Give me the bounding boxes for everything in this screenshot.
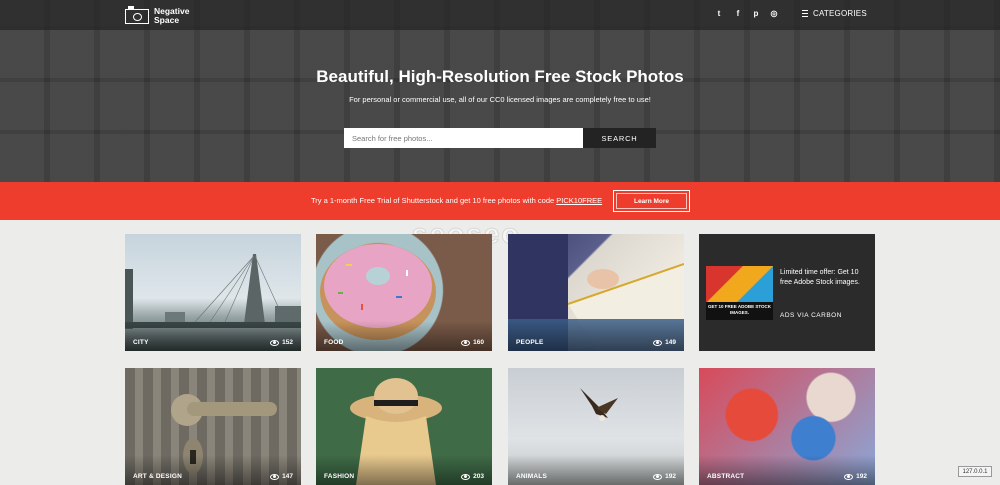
carbon-ad[interactable]: GET 10 FREE ADOBE STOCK IMAGES. Limited … [699, 234, 875, 351]
card-shade [316, 321, 492, 351]
ads-via-carbon-link[interactable]: ADS VIA CARBON [780, 312, 842, 319]
category-card-animals[interactable]: ANIMALS 192 [508, 368, 684, 485]
view-count: 152 [282, 339, 293, 346]
card-shade [125, 321, 301, 351]
logo[interactable]: Negative Space [125, 5, 189, 25]
category-card-art-design[interactable]: ART & DESIGN 147 [125, 368, 301, 485]
category-card-abstract[interactable]: ABSTRACT 192 [699, 368, 875, 485]
promo-banner: Try a 1-month Free Trial of Shutterstock… [0, 182, 1000, 220]
promo-message: Try a 1-month Free Trial of Shutterstock… [311, 196, 557, 205]
card-views: 149 [653, 339, 676, 346]
twitter-icon[interactable]: t [714, 9, 724, 18]
logo-text: Negative Space [154, 7, 189, 25]
logo-line-2: Space [154, 15, 180, 25]
card-views: 160 [461, 339, 484, 346]
facebook-icon[interactable]: f [733, 9, 743, 18]
pinterest-icon[interactable]: p [751, 9, 761, 18]
card-label: FOOD [324, 339, 344, 346]
card-label: PEOPLE [516, 339, 544, 346]
category-card-people[interactable]: PEOPLE 149 [508, 234, 684, 351]
hero-subtitle: For personal or commercial use, all of o… [349, 95, 651, 104]
card-shade [125, 455, 301, 485]
search-input[interactable] [344, 128, 583, 148]
view-count: 160 [473, 339, 484, 346]
category-card-city[interactable]: CITY 152 [125, 234, 301, 351]
instagram-icon[interactable]: ◎ [769, 9, 779, 18]
eye-icon [653, 339, 663, 346]
ad-text[interactable]: Limited time offer: Get 10 free Adobe St… [780, 268, 870, 288]
hero-title: Beautiful, High-Resolution Free Stock Ph… [316, 67, 684, 86]
categories-label: CATEGORIES [813, 9, 867, 18]
eye-icon [270, 339, 280, 346]
card-views: 152 [270, 339, 293, 346]
category-card-food[interactable]: FOOD 160 [316, 234, 492, 351]
hero-section: Negative Space t f p ◎ CATEGORIES Beauti… [0, 0, 1000, 182]
learn-more-inner-border [616, 193, 687, 209]
card-label: CITY [133, 339, 149, 346]
camera-logo-icon [125, 5, 149, 24]
card-shade [699, 455, 875, 485]
search-button[interactable]: SEARCH [583, 128, 656, 148]
category-card-fashion[interactable]: FASHION 203 [316, 368, 492, 485]
promo-text: Try a 1-month Free Trial of Shutterstock… [311, 196, 602, 205]
learn-more-button[interactable]: Learn More [613, 190, 690, 212]
eye-icon [461, 339, 471, 346]
card-shade [508, 321, 684, 351]
view-count: 149 [665, 339, 676, 346]
card-shade [316, 455, 492, 485]
promo-code[interactable]: PICK10FREE [556, 196, 602, 205]
localhost-badge: 127.0.0.1 [958, 466, 992, 477]
ad-image-text: GET 10 FREE ADOBE STOCK IMAGES. [707, 304, 771, 315]
hamburger-icon [802, 10, 808, 17]
card-shade [508, 455, 684, 485]
categories-menu-button[interactable]: CATEGORIES [802, 9, 867, 18]
